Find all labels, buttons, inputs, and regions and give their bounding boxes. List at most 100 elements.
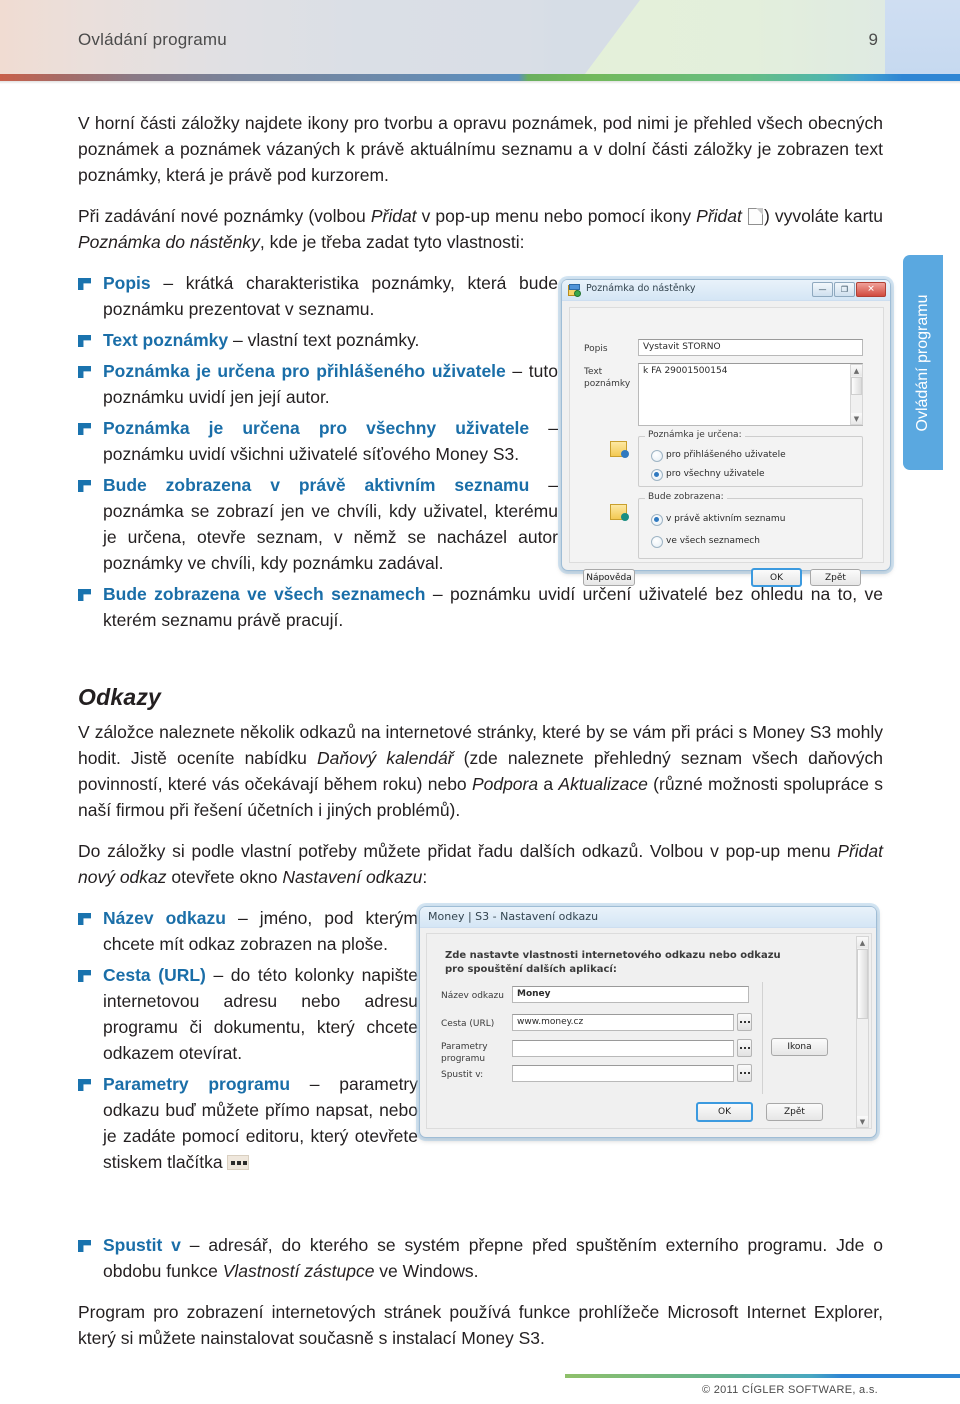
spustit-list: Spustit v – adresář, do kterého se systé… bbox=[78, 1232, 883, 1284]
window-controls[interactable]: — ❐ ✕ bbox=[812, 282, 886, 297]
textarea-scrollbar[interactable]: ▲ ▼ bbox=[850, 364, 863, 425]
label-text-poznamky-line1: Text bbox=[584, 367, 603, 377]
radio-pro-vsechny-uzivatele[interactable]: pro všechny uživatele bbox=[651, 468, 765, 481]
napoveda-button[interactable]: Nápověda bbox=[583, 569, 635, 586]
list-item: Bude zobrazena v právě aktivním seznamu … bbox=[78, 472, 558, 576]
list-item-text-c: ve Windows. bbox=[374, 1261, 479, 1281]
intro-line-1: Zde nastavte vlastnosti internetového od… bbox=[445, 950, 781, 961]
scroll-up-arrow[interactable]: ▲ bbox=[857, 937, 868, 948]
spustit-v-browse-button[interactable] bbox=[737, 1064, 752, 1082]
scrollbar-thumb[interactable] bbox=[851, 377, 862, 395]
p2-emph-pridat: Přidat bbox=[370, 206, 417, 226]
cesta-url-input[interactable]: www.money.cz bbox=[512, 1014, 734, 1031]
spustit-v-input[interactable] bbox=[512, 1065, 734, 1082]
list-item: Bude zobrazena ve všech seznamech – pozn… bbox=[78, 581, 883, 633]
radio-v-prave-aktivnim-seznamu[interactable]: v právě aktivním seznamu bbox=[651, 513, 785, 526]
dialog-scrollbar[interactable]: ▲ ▼ bbox=[856, 936, 869, 1128]
zpet-button[interactable]: Zpět bbox=[810, 569, 861, 586]
intro-line-2: pro spouštění dalších aplikací: bbox=[445, 964, 617, 975]
label-parametry-line2: programu bbox=[441, 1054, 486, 1064]
ikona-button[interactable]: Ikona bbox=[771, 1038, 828, 1056]
note-badge-blue bbox=[621, 450, 629, 458]
bullet-marker-icon bbox=[78, 589, 91, 601]
list-item-term: Poznámka je určena pro všechny uživatele bbox=[103, 418, 530, 438]
group-poznamka-je-urcena: Poznámka je určena: pro přihlášeného uži… bbox=[638, 430, 863, 487]
closing-paragraph: Program pro zobrazení internetových strá… bbox=[78, 1302, 883, 1348]
odkazy-paragraph-2: Do záložky si podle vlastní potřeby může… bbox=[78, 838, 883, 890]
text-poznamky-textarea[interactable]: k FA 29001500154 bbox=[638, 363, 863, 426]
intro-paragraph: V horní části záložky najdete ikony pro … bbox=[78, 113, 883, 185]
label-spustit-v: Spustit v: bbox=[441, 1070, 484, 1080]
ok-button[interactable]: OK bbox=[696, 1102, 753, 1122]
dialog-nastaveni-odkazu[interactable]: Money | S3 - Nastavení odkazu Zde nastav… bbox=[419, 906, 877, 1138]
bullet-marker-icon bbox=[78, 335, 91, 347]
ellipsis-button-icon bbox=[227, 1155, 250, 1170]
note-app-icon bbox=[568, 284, 581, 297]
bullet-marker-icon bbox=[78, 278, 91, 290]
radio-ve-vsech-seznamech[interactable]: ve všech seznamech bbox=[651, 535, 760, 548]
parametry-programu-input[interactable] bbox=[512, 1040, 734, 1057]
scroll-down-arrow[interactable]: ▼ bbox=[851, 413, 862, 424]
list-item: Název odkazu – jméno, pod kterým chcete … bbox=[78, 905, 418, 957]
odk-p2-c: otevřete okno bbox=[166, 867, 283, 887]
text-poznamky-value: k FA 29001500154 bbox=[643, 366, 728, 376]
odk-p2-a: Do záložky si podle vlastní potřeby může… bbox=[78, 841, 838, 861]
zpet-button[interactable]: Zpět bbox=[766, 1103, 823, 1121]
list-item: Poznámka je určena pro všechny uživatele… bbox=[78, 415, 558, 467]
nazev-odkazu-input[interactable]: Money bbox=[512, 986, 749, 1003]
parametry-browse-button[interactable] bbox=[737, 1039, 752, 1057]
dialog-titlebar[interactable]: Poznámka do nástěnky — ❐ ✕ bbox=[562, 280, 890, 301]
page-number: 9 bbox=[868, 30, 878, 49]
scrollbar-thumb[interactable] bbox=[857, 949, 868, 1019]
panel-divider bbox=[762, 982, 763, 1094]
note-badge-teal bbox=[621, 513, 629, 521]
odkazy-paragraph-1: V záložce naleznete několik odkazů na in… bbox=[78, 719, 883, 823]
list-item: Popis – krátká charakteristika poznámky,… bbox=[78, 270, 558, 322]
list-item: Text poznámky – vlastní text poznámky. bbox=[78, 327, 558, 353]
dialog-title: Money | S3 - Nastavení odkazu bbox=[428, 910, 599, 923]
list-item-term: Název odkazu bbox=[103, 908, 226, 928]
header-rule-shadow bbox=[0, 81, 960, 84]
dialog-inner-panel: Popis Vystavit STORNO Text poznámky k FA… bbox=[569, 307, 884, 563]
label-cesta-url: Cesta (URL) bbox=[441, 1019, 495, 1029]
page-header: Ovládání programu 9 bbox=[0, 0, 960, 84]
label-nazev-odkazu: Název odkazu bbox=[441, 991, 504, 1001]
group-bude-zobrazena: Bude zobrazena: v právě aktivním seznamu… bbox=[638, 492, 863, 559]
label-text-poznamky-line2: poznámky bbox=[584, 379, 631, 389]
list-item-emph: Vlastností zástupce bbox=[222, 1261, 375, 1281]
header-blue-wedge bbox=[885, 0, 960, 74]
label-parametry-line1: Parametry bbox=[441, 1042, 488, 1052]
list-item-text: – vlastní text poznámky. bbox=[228, 330, 420, 350]
minimize-icon: — bbox=[818, 284, 827, 294]
note-recipient-icon bbox=[610, 441, 629, 458]
radio-pro-prihlaseneho-uzivatele[interactable]: pro přihlášeného uživatele bbox=[651, 449, 786, 462]
odk-p2-e: : bbox=[422, 867, 428, 887]
section-heading-odkazy: Odkazy bbox=[78, 684, 162, 710]
cesta-url-value: www.money.cz bbox=[517, 1017, 584, 1027]
p2-part-a: Při zadávání nové poznámky (volbou bbox=[78, 206, 371, 226]
cesta-url-browse-button[interactable] bbox=[737, 1013, 752, 1031]
minimize-button[interactable]: — bbox=[812, 282, 833, 297]
close-button[interactable]: ✕ bbox=[856, 282, 886, 297]
list-item: Spustit v – adresář, do kterého se systé… bbox=[78, 1232, 883, 1284]
chapter-side-tab: Ovládání programu bbox=[903, 255, 943, 470]
bullet-marker-icon bbox=[78, 1240, 91, 1252]
close-icon: ✕ bbox=[867, 284, 875, 294]
p2-part-e: ) vyvoláte kartu bbox=[763, 206, 883, 226]
note-visibility-icon bbox=[610, 504, 629, 521]
odk-emph-podpora: Podpora bbox=[471, 774, 539, 794]
dialog-titlebar[interactable]: Money | S3 - Nastavení odkazu bbox=[420, 907, 876, 928]
dialog-poznamka-do-nastenky[interactable]: Poznámka do nástěnky — ❐ ✕ Popis Vystavi… bbox=[561, 279, 891, 587]
footer-copyright: © 2011 CÍGLER SOFTWARE, a.s. bbox=[701, 1384, 878, 1396]
group-caption-zobrazena: Bude zobrazena: bbox=[645, 492, 727, 502]
bullet-marker-icon bbox=[78, 970, 91, 982]
list-item-term: Text poznámky bbox=[103, 330, 229, 350]
ok-button[interactable]: OK bbox=[751, 568, 802, 587]
scroll-down-arrow[interactable]: ▼ bbox=[857, 1116, 868, 1127]
scroll-up-arrow[interactable]: ▲ bbox=[851, 365, 862, 376]
list-item-text-a: – adresář, do kterého se systém přepne p… bbox=[103, 1235, 883, 1281]
maximize-button[interactable]: ❐ bbox=[834, 282, 855, 297]
popis-input[interactable]: Vystavit STORNO bbox=[638, 339, 863, 356]
list-item-text: – krátká charakteristika poznámky, která… bbox=[103, 273, 558, 319]
chapter-side-tab-label: Ovládání programu bbox=[914, 294, 931, 431]
